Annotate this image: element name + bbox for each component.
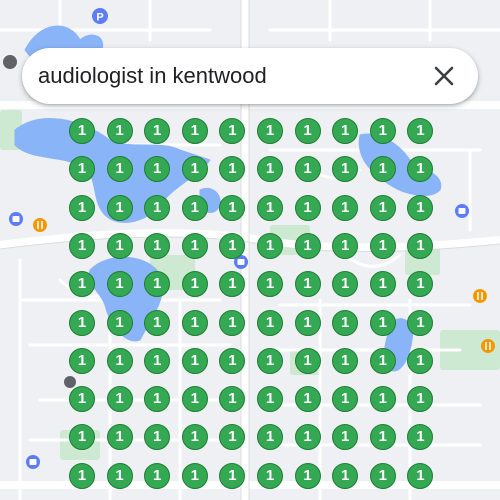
rank-pin[interactable]: 1 <box>106 309 133 336</box>
rank-pin[interactable]: 1 <box>369 462 396 489</box>
rank-pin[interactable]: 1 <box>181 232 208 259</box>
rank-pin[interactable]: 1 <box>369 118 396 144</box>
rank-pin[interactable]: 1 <box>294 194 321 221</box>
rank-pin[interactable]: 1 <box>106 347 133 374</box>
rank-pin[interactable]: 1 <box>181 271 208 298</box>
rank-pin[interactable]: 1 <box>369 309 396 336</box>
rank-pin[interactable]: 1 <box>369 271 396 298</box>
svg-text:P: P <box>96 12 103 24</box>
rank-pin[interactable]: 1 <box>106 462 133 489</box>
rank-pin[interactable]: 1 <box>294 386 321 413</box>
rank-pin[interactable]: 1 <box>332 309 359 336</box>
rank-pin[interactable]: 1 <box>332 118 359 144</box>
clear-search-button[interactable] <box>430 62 458 90</box>
rank-pin[interactable]: 1 <box>219 309 246 336</box>
rank-pin[interactable]: 1 <box>144 118 171 144</box>
rank-pin[interactable]: 1 <box>332 232 359 259</box>
rank-pin[interactable]: 1 <box>257 118 283 144</box>
rank-pin[interactable]: 1 <box>69 232 95 259</box>
rank-pin[interactable]: 1 <box>407 194 434 221</box>
rank-pin[interactable]: 1 <box>144 232 171 259</box>
rank-pin[interactable]: 1 <box>181 156 208 183</box>
rank-pin[interactable]: 1 <box>294 118 321 144</box>
rank-pin[interactable]: 1 <box>294 347 321 374</box>
search-query-text[interactable]: audiologist in kentwood <box>38 48 267 104</box>
rank-pin[interactable]: 1 <box>69 309 95 336</box>
rank-pin[interactable]: 1 <box>294 424 321 451</box>
rank-pin[interactable]: 1 <box>181 347 208 374</box>
rank-pin[interactable]: 1 <box>69 462 95 489</box>
rank-pin[interactable]: 1 <box>369 156 396 183</box>
rank-pin[interactable]: 1 <box>106 271 133 298</box>
rank-pin[interactable]: 1 <box>219 462 246 489</box>
rank-pin[interactable]: 1 <box>181 118 208 144</box>
rank-pin[interactable]: 1 <box>369 386 396 413</box>
rank-pin[interactable]: 1 <box>106 424 133 451</box>
close-icon <box>434 66 454 86</box>
rank-pin[interactable]: 1 <box>257 347 283 374</box>
rank-pin[interactable]: 1 <box>219 194 246 221</box>
rank-pin[interactable]: 1 <box>257 462 283 489</box>
rank-pin[interactable]: 1 <box>294 462 321 489</box>
rank-pin[interactable]: 1 <box>332 194 359 221</box>
rank-pin[interactable]: 1 <box>181 386 208 413</box>
poi-restaurant-southeast[interactable] <box>481 339 495 353</box>
poi-shopping-west[interactable] <box>9 212 23 226</box>
rank-pin[interactable]: 1 <box>294 271 321 298</box>
rank-pin[interactable]: 1 <box>144 462 171 489</box>
rank-pin[interactable]: 1 <box>144 194 171 221</box>
rank-pin[interactable]: 1 <box>69 194 95 221</box>
poi-shopping-east[interactable] <box>455 204 469 218</box>
rank-pin[interactable]: 1 <box>294 156 321 183</box>
rank-pin[interactable]: 1 <box>257 386 283 413</box>
rank-pin[interactable]: 1 <box>407 347 434 374</box>
rank-pin[interactable]: 1 <box>257 232 283 259</box>
rank-pin[interactable]: 1 <box>219 347 246 374</box>
rank-pin[interactable]: 1 <box>181 462 208 489</box>
rank-pin[interactable]: 1 <box>181 424 208 451</box>
rank-pin[interactable]: 1 <box>369 194 396 221</box>
rank-pin[interactable]: 1 <box>181 309 208 336</box>
rank-pin[interactable]: 1 <box>106 232 133 259</box>
poi-restaurant-west[interactable] <box>33 218 47 232</box>
rank-pin[interactable]: 1 <box>69 386 95 413</box>
rank-pin[interactable]: 1 <box>407 309 434 336</box>
poi-restaurant-east[interactable] <box>473 289 487 303</box>
rank-pin[interactable]: 1 <box>369 232 396 259</box>
rank-pin[interactable]: 1 <box>332 347 359 374</box>
rank-pin[interactable]: 1 <box>144 309 171 336</box>
rank-pin[interactable]: 1 <box>106 386 133 413</box>
rank-pin[interactable]: 1 <box>257 271 283 298</box>
rank-pin[interactable]: 1 <box>257 194 283 221</box>
rank-pin[interactable]: 1 <box>69 118 95 144</box>
poi-parking[interactable]: P <box>92 8 108 24</box>
rank-pin[interactable]: 1 <box>144 347 171 374</box>
search-box[interactable]: audiologist in kentwood <box>22 48 478 104</box>
rank-pin[interactable]: 1 <box>69 271 95 298</box>
rank-pin[interactable]: 1 <box>106 194 133 221</box>
rank-pin[interactable]: 1 <box>69 347 95 374</box>
rank-pin[interactable]: 1 <box>294 309 321 336</box>
rank-pin[interactable]: 1 <box>106 118 133 144</box>
poi-shopping-south[interactable] <box>26 455 40 469</box>
rank-pin[interactable]: 1 <box>257 309 283 336</box>
rank-pin[interactable]: 1 <box>407 462 434 489</box>
rank-pin[interactable]: 1 <box>369 424 396 451</box>
rank-pin[interactable]: 1 <box>369 347 396 374</box>
rank-pin[interactable]: 1 <box>294 232 321 259</box>
rank-pin[interactable]: 1 <box>106 156 133 183</box>
rank-pin[interactable]: 1 <box>332 462 359 489</box>
rank-pin[interactable]: 1 <box>181 194 208 221</box>
